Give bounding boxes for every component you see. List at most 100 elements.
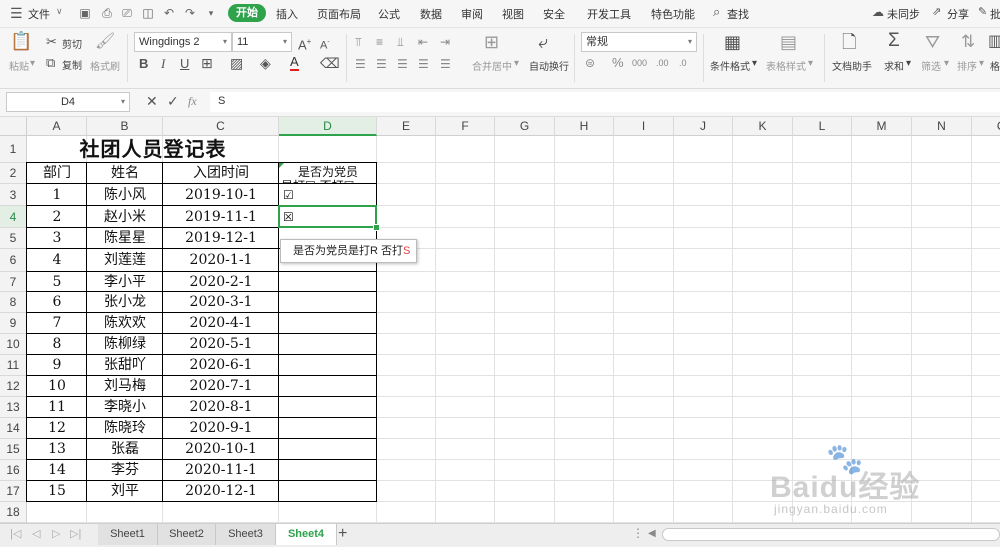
font-size-select[interactable]: 11 ▾ [232,32,292,52]
tab-view[interactable]: 视图 [502,6,524,22]
print-preview-icon[interactable]: ◫ [141,6,155,20]
cell-party[interactable] [279,418,377,439]
row-header[interactable]: 2 [0,163,27,184]
hamburger-icon[interactable]: ☰ [10,5,23,22]
row-header[interactable]: 9 [0,313,27,334]
column-header[interactable]: G [495,117,555,136]
cell-date[interactable]: 2019-10-1 [163,184,279,206]
cell-party[interactable] [279,439,377,460]
cell-party[interactable] [279,313,377,334]
cell-name[interactable]: 张小龙 [87,292,163,313]
column-header[interactable]: B [87,117,163,136]
column-header[interactable]: F [436,117,495,136]
formula-input[interactable]: S [210,92,1000,112]
prev-sheet-icon[interactable]: ◁ [32,527,40,540]
italic-icon[interactable]: I [161,56,165,72]
column-header[interactable]: L [793,117,852,136]
cut-icon[interactable]: ✂ [46,34,57,50]
indent-increase-icon[interactable]: ⇥ [440,34,450,50]
tab-data[interactable]: 数据 [420,6,442,22]
last-sheet-icon[interactable]: ▷| [70,527,81,540]
cell-date[interactable]: 2020-8-1 [163,397,279,418]
print-icon[interactable]: ⎚ [120,6,134,20]
row-header[interactable]: 1 [0,136,27,163]
filter-icon[interactable]: ⛛ [925,33,940,51]
merge-cells-icon[interactable]: ⊞ [484,33,499,51]
wrap-text-icon[interactable]: ⤶ [538,33,548,51]
fill-color-icon[interactable]: ◈ [260,55,271,71]
percent-icon[interactable]: % [612,55,624,71]
row-header[interactable]: 3 [0,184,27,206]
row-header[interactable]: 18 [0,502,27,523]
currency-icon[interactable]: ⊜ [585,55,595,71]
file-menu[interactable]: 文件 [28,6,50,22]
table-style-button[interactable]: 表格样式 [766,58,806,73]
paste-button[interactable]: 粘贴 [9,58,29,73]
comment-button[interactable]: 批 [990,6,1000,22]
format-button[interactable]: 格 [990,58,1000,73]
sort-dropdown[interactable]: ▾ [979,58,984,69]
row-header[interactable]: 7 [0,272,27,292]
cell-date[interactable]: 2020-1-1 [163,249,279,272]
name-box[interactable]: D4 ▾ [6,92,130,112]
cell-name[interactable]: 刘平 [87,481,163,502]
merge-dropdown[interactable]: ▾ [514,58,519,69]
chevron-down-icon[interactable]: ∨ [56,6,63,17]
column-header[interactable]: D [279,117,377,136]
fill-handle[interactable] [373,224,380,231]
conditional-format-button[interactable]: 条件格式 [710,58,750,73]
cell-date[interactable]: 2020-4-1 [163,313,279,334]
cell-dept[interactable]: 2 [27,206,87,228]
cell-dept[interactable]: 8 [27,334,87,355]
row-header[interactable]: 11 [0,355,27,376]
cell-party[interactable] [279,272,377,292]
redo-icon[interactable]: ↷ [183,6,197,20]
confirm-edit-icon[interactable]: ✓ [167,93,179,110]
cell-date[interactable]: 2020-11-1 [163,460,279,481]
cell-name[interactable]: 赵小米 [87,206,163,228]
table-style-icon[interactable]: ▤ [780,33,797,51]
cell-style-icon[interactable]: ▨ [230,55,243,71]
tab-features[interactable]: 特色功能 [651,6,695,22]
row-header[interactable]: 4 [0,206,27,228]
align-center-icon[interactable]: ☰ [376,56,387,72]
align-left-icon[interactable]: ☰ [355,56,366,72]
sort-button[interactable]: 排序 [957,58,977,73]
thousands-icon[interactable]: 000 [632,55,647,71]
cell-party[interactable] [279,481,377,502]
cell-dept[interactable]: 7 [27,313,87,334]
tab-security[interactable]: 安全 [543,6,565,22]
format-painter-button[interactable]: 格式刷 [90,58,120,73]
cell-date[interactable]: 2019-12-1 [163,228,279,249]
row-header[interactable]: 15 [0,439,27,460]
merge-center-button[interactable]: 合并居中 [472,58,512,73]
document-helper-icon[interactable]: 🗋 [842,33,856,51]
cell-date[interactable]: 2020-3-1 [163,292,279,313]
decrease-decimal-icon[interactable]: .0 [679,55,687,71]
copy-icon[interactable]: ⧉ [46,55,55,71]
share-icon[interactable]: ⇗ [932,5,941,18]
font-color-icon[interactable]: A [290,55,299,71]
add-sheet-icon[interactable]: + [338,525,347,543]
increase-font-icon[interactable]: A+ [298,34,311,53]
cell-dept[interactable]: 15 [27,481,87,502]
column-header[interactable]: K [733,117,793,136]
cell-name[interactable]: 陈小风 [87,184,163,206]
insert-function-button[interactable]: fx [188,94,197,109]
sheet-tab-sheet4[interactable]: Sheet4 [276,524,337,545]
comment-icon[interactable]: ✎ [978,5,987,18]
align-right-icon[interactable]: ☰ [397,56,408,72]
cell-date[interactable]: 2020-6-1 [163,355,279,376]
cut-button[interactable]: 剪切 [62,36,82,51]
cell-party[interactable] [279,460,377,481]
cell-name[interactable]: 刘莲莲 [87,249,163,272]
cell-dept[interactable]: 6 [27,292,87,313]
cell-date[interactable]: 2020-9-1 [163,418,279,439]
cell-party[interactable] [279,376,377,397]
justify-icon[interactable]: ☰ [418,56,429,72]
tab-page-layout[interactable]: 页面布局 [317,6,361,22]
cell-date[interactable]: 2020-10-1 [163,439,279,460]
header-name[interactable]: 姓名 [87,163,163,184]
header-dept[interactable]: 部门 [27,163,87,184]
scroll-left-icon[interactable]: ◀ [648,528,656,539]
